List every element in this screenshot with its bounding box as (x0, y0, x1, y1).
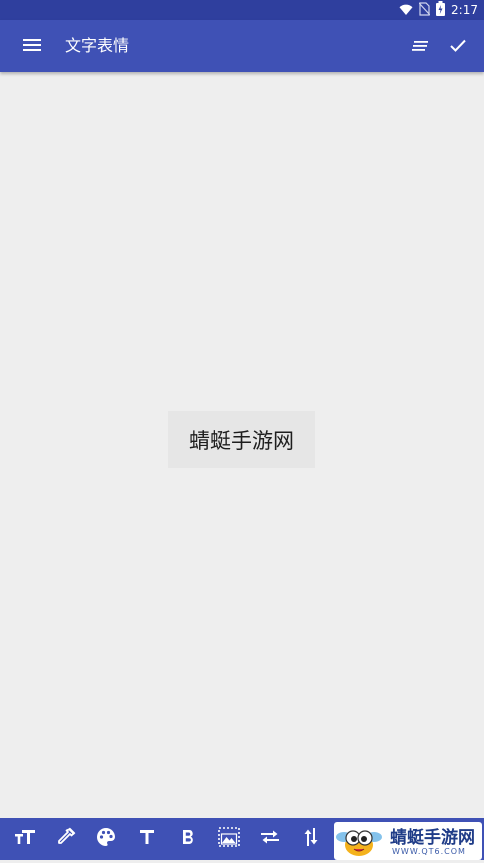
status-time: 2:17 (451, 3, 478, 17)
text-size-icon (14, 828, 36, 850)
done-button[interactable] (444, 32, 472, 60)
watermark-logo: 蜻蜓手游网 WWW.QT6.COM (334, 822, 482, 860)
bold-icon (181, 829, 195, 849)
font-button[interactable] (134, 826, 160, 852)
page-title: 文字表情 (65, 36, 130, 55)
hamburger-menu-icon (23, 37, 41, 56)
background-image-button[interactable] (216, 826, 242, 852)
eyedropper-button[interactable] (53, 826, 79, 852)
status-bar: 2:17 (0, 0, 484, 20)
flip-vertical-button[interactable] (298, 826, 324, 852)
text-preview[interactable]: 蜻蜓手游网 (168, 411, 315, 468)
battery-icon (436, 0, 446, 20)
dragonfly-mascot-icon (336, 823, 382, 859)
swap-vertical-icon (303, 827, 319, 851)
text-size-button[interactable] (12, 826, 38, 852)
palette-icon (96, 827, 116, 851)
swap-horizontal-icon (260, 829, 280, 849)
no-sim-icon (418, 1, 431, 20)
font-icon (139, 829, 155, 849)
background-image-icon (218, 827, 240, 851)
app-bar: 文字表情 (0, 20, 484, 72)
bold-button[interactable] (175, 826, 201, 852)
status-icons: 2:17 (399, 0, 478, 20)
text-align-icon (412, 37, 428, 56)
watermark-url: WWW.QT6.COM (392, 847, 466, 856)
eyedropper-icon (56, 827, 76, 851)
flip-horizontal-button[interactable] (257, 826, 283, 852)
menu-button[interactable] (16, 32, 48, 60)
palette-button[interactable] (93, 826, 119, 852)
checkmark-icon (450, 37, 466, 56)
text-align-button[interactable] (406, 32, 434, 60)
watermark-title: 蜻蜓手游网 (390, 828, 475, 848)
wifi-icon (399, 1, 413, 20)
